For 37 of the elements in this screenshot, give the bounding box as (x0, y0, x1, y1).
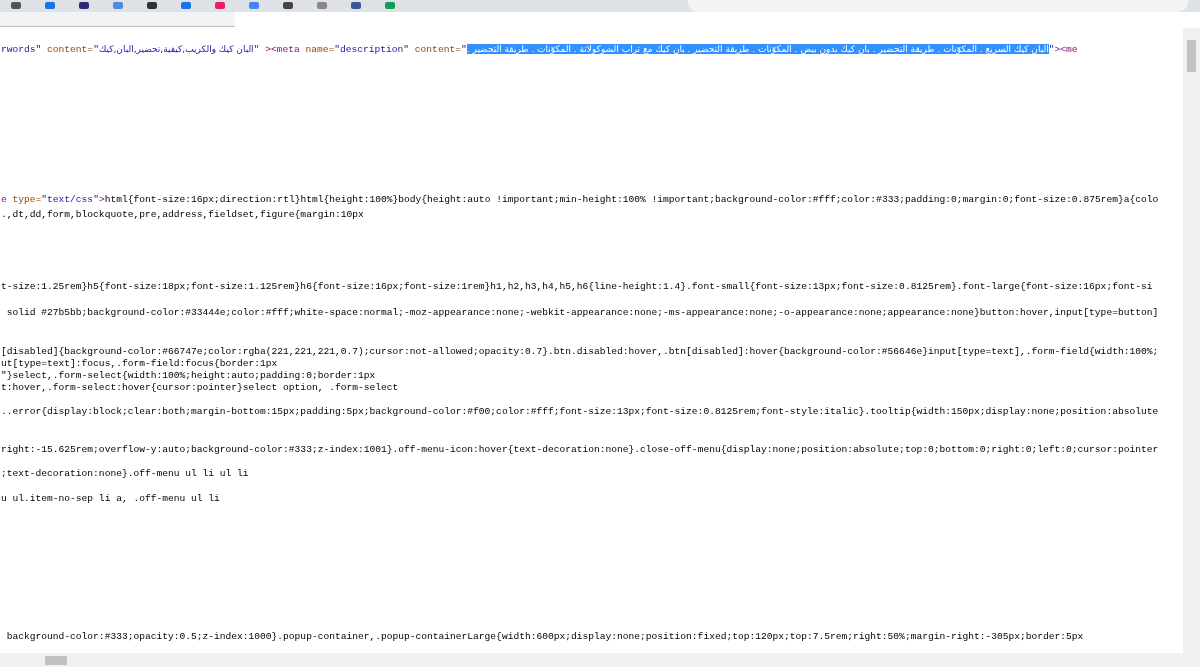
source-code: ..error{display:block;clear:both;margin-bottom:15px;padding:5px;background-color:#f00;color:#fff;font-size:13px;font-size:0.8125rem;font-style:italic}.tooltip{width:150px;display:none;position:absolute (1, 406, 1159, 417)
source-code: [disabled]{background-color:#66747e;color:rgba(221,221,221,0.7);cursor:not-allowed;opacity:0.7}.btn.disabled:hover,.btn[disabled]:hover{background-color:#56646e}input[type=text],.form-field{width:100%; (1, 346, 1159, 357)
source-code: t-size:1.25rem}h5{font-size:18px;font-size:1.125rem}h6{font-size:16px;font-size:1rem}h1,h2,h3,h4,h5,h6{line-height:1.4}.font-small{font-size:13px;font-size:0.8125rem}.font-large{font-size:16px;font-si (1, 281, 1153, 292)
source-attribute: name= (304, 44, 335, 55)
source-code: t:hover,.form-select:hover{cursor:pointer}select option, .form-select (1, 382, 399, 393)
source-attribute: type= (11, 194, 42, 205)
source-value: " (253, 44, 260, 55)
source-tag: e (1, 194, 7, 205)
source-code: "}select,.form-select{width:100%;height:auto;padding:0;border:1px (1, 370, 376, 381)
source-code: ut[type=text]:focus,.form-field:focus{border:1px (1, 358, 278, 369)
source-value: " (460, 44, 467, 55)
source-code: ;text-decoration:none}.off-menu ul li ul li (1, 468, 249, 479)
source-value: " (1048, 44, 1055, 55)
source-code: background-color:#333;opacity:0.5;z-index:1000}.popup-container,.popup-containerLarge{width:600px;display:none;position:fixed;top:120px;top:7.5rem;right:50%;margin-right:-305px;border:5px (5, 631, 1084, 642)
bookmark-icon[interactable] (146, 2, 158, 10)
source-code: u ul.item-no-sep li a, .off-menu ul li (1, 493, 220, 504)
source-code: .,dt,dd,form,blockquote,pre,address,fieldset,figure{margin:10px (1, 209, 364, 220)
source-code: html{font-size:16px;direction:rtl}html{height:100%}body{height:auto !important;min-height:100% !important;background-color:#fff;color:#333;padding:0;margin:0;font-size:0.875rem}a{colo (104, 194, 1159, 205)
source-value: "description" (334, 44, 410, 55)
source-attribute: content= (413, 44, 461, 55)
source-value: " (93, 44, 99, 55)
bookmark-icon[interactable] (10, 2, 22, 10)
source-tag: ><me (1054, 44, 1078, 55)
source-value: البان كيك والكريب,كيفية,تحضير,البان,كيك (98, 44, 254, 54)
bookmark-icon[interactable] (78, 2, 90, 10)
source-code: solid #27b5bb;background-color:#33444e;color:#fff;white-space:normal;-moz-appearance:none;-webkit-appearance:none;-ms-appearance:none;-o-appearance:none;appearance:none}button:hover,input[type=button] (5, 307, 1159, 318)
bookmark-icon[interactable] (282, 2, 294, 10)
source-attribute: content= (46, 44, 94, 55)
source-tag: ><meta (259, 44, 300, 55)
source-value: "text/css" (41, 194, 99, 205)
source-tag: > (98, 194, 105, 205)
source-code: right:-15.625rem;overflow-y:auto;background-color:#333;z-index:1001}.off-menu-icon:hover{text-decoration:none}.close-off-menu{display:none;position:absolute;top:0;bottom:0;right:0;left:0;cursor:pointer (1, 444, 1159, 455)
source-value: rwords" (1, 44, 42, 55)
selected-text: البان كيك السريع . المكوّنات . طريقة التحضير . بان كيك بدون بيض . المكوّنات . طريقة التحضير . بان كيك مع تراب الشوكولاتة . المكوّنات . طريقة التحضير . (466, 44, 1049, 54)
bookmark-icon[interactable] (350, 2, 362, 10)
scrollbar-thumb[interactable] (45, 655, 67, 665)
scrollbar-thumb[interactable] (1187, 40, 1196, 72)
